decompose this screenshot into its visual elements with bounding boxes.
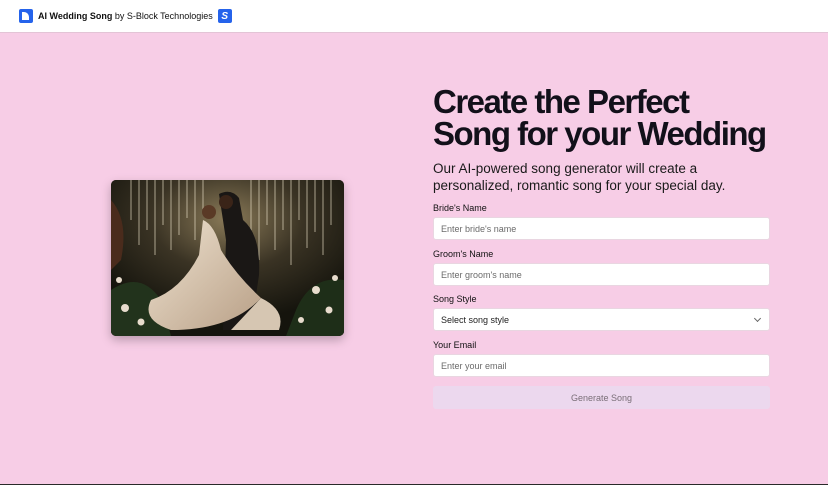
groom-name-input[interactable] — [441, 269, 769, 280]
brand-title[interactable]: AI Wedding Song by S-Block Technologies — [38, 11, 213, 21]
song-style-select[interactable]: Select song style — [433, 308, 770, 331]
groom-name-label: Groom's Name — [433, 249, 494, 259]
app-name: AI Wedding Song — [38, 11, 113, 21]
page-subtitle: Our AI-powered song generator will creat… — [433, 161, 726, 193]
bride-name-label: Bride's Name — [433, 203, 487, 213]
groom-name-group: Groom's Name — [433, 249, 770, 286]
page-title: Create the Perfect Song for your Wedding — [433, 83, 767, 152]
bride-name-input[interactable] — [441, 223, 769, 234]
song-style-group: Song Style Select song style — [433, 294, 770, 331]
byline: by S-Block Technologies — [112, 11, 213, 21]
groom-name-field[interactable] — [433, 263, 770, 286]
email-field[interactable] — [433, 354, 770, 377]
wedding-couple-illustration — [111, 180, 344, 336]
song-style-selected: Select song style — [441, 314, 510, 325]
top-navbar: AI Wedding Song by S-Block Technologies … — [0, 0, 828, 33]
song-style-label: Song Style — [433, 294, 477, 304]
hero-image — [111, 180, 344, 336]
signup-panel: Create the Perfect Song for your Wedding… — [433, 83, 771, 409]
chevron-down-icon — [753, 314, 762, 322]
bride-name-field[interactable] — [433, 217, 770, 240]
bride-name-group: Bride's Name — [433, 203, 770, 240]
email-group: Your Email — [433, 340, 770, 377]
s-block-logo-icon[interactable]: S — [217, 9, 232, 23]
generate-song-button[interactable]: Generate Song — [433, 386, 770, 409]
app-logo-icon[interactable] — [19, 9, 33, 23]
s-block-glyph: S — [221, 10, 229, 22]
email-label: Your Email — [433, 340, 477, 350]
email-input[interactable] — [441, 360, 769, 371]
